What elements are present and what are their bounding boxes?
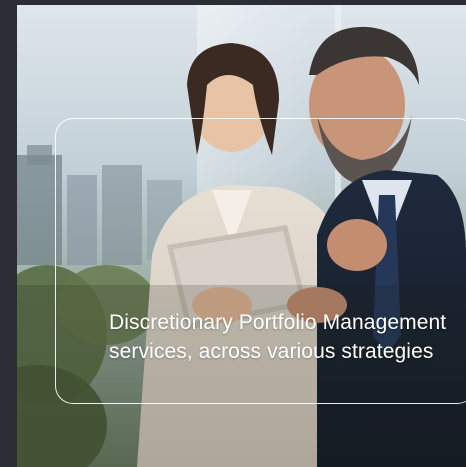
hero-card[interactable]: Discretionary Portfolio Management servi…: [0, 0, 466, 467]
left-bar: [0, 0, 17, 467]
hero-caption[interactable]: Discretionary Portfolio Management servi…: [109, 308, 459, 366]
